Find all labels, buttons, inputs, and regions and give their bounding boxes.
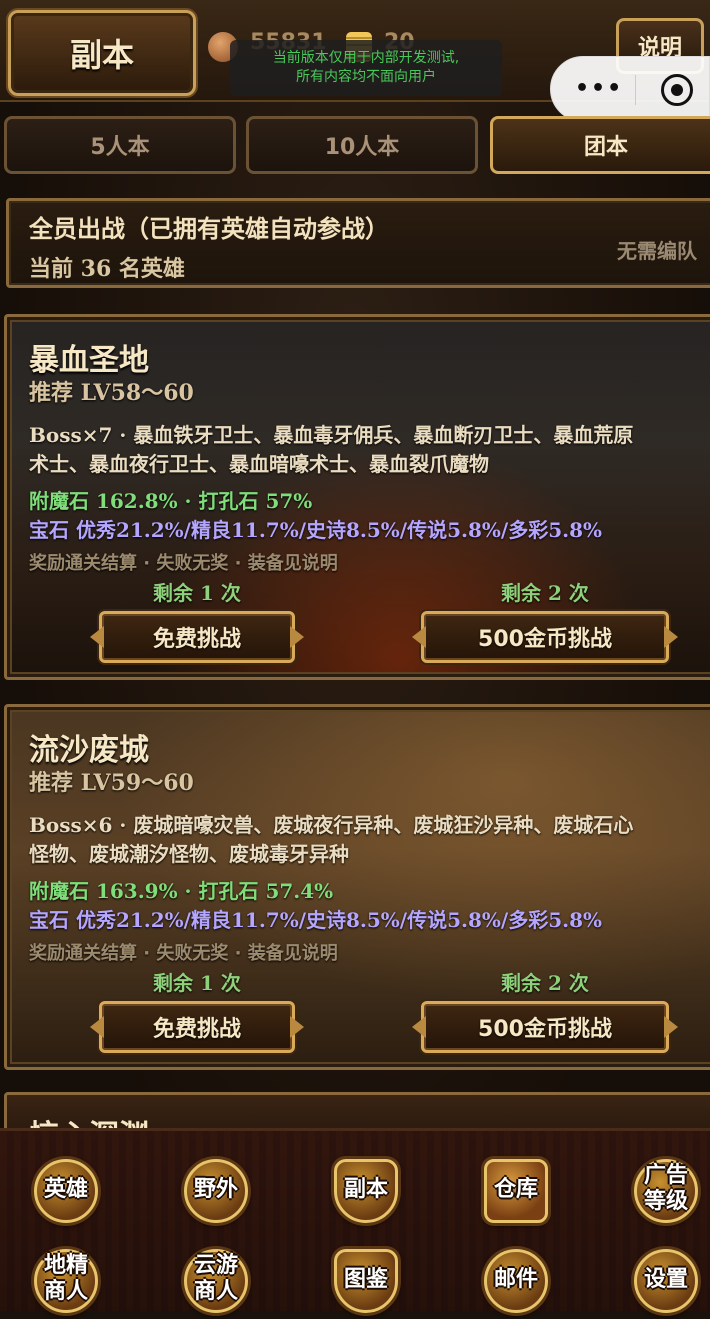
close-miniprogram-icon[interactable] xyxy=(661,74,693,106)
free-remaining: 剩余 1 次 xyxy=(153,581,241,605)
boss-list: Boss×7 · 暴血铁牙卫士、暴血毒牙佣兵、暴血断刃卫士、暴血荒原 术士、暴血… xyxy=(29,421,710,479)
nav-label-line: 广告 xyxy=(643,1163,688,1188)
paid-remaining: 剩余 2 次 xyxy=(501,971,589,995)
dungeon-name: 暴血圣地 xyxy=(29,343,149,378)
boss-list: Boss×6 · 废城暗嚎灾兽、废城夜行异种、废城狂沙异种、废城石心 怪物、废城… xyxy=(29,811,710,869)
boss-list-line: Boss×6 · 废城暗嚎灾兽、废城夜行异种、废城狂沙异种、废城石心 xyxy=(29,813,634,837)
reward-rule: 奖励通关结算 · 失败无奖 · 装备见说明 xyxy=(29,553,338,574)
reward-rule: 奖励通关结算 · 失败无奖 · 装备见说明 xyxy=(29,943,338,964)
capsule-divider xyxy=(635,75,636,105)
dev-notice-line2: 所有内容均不面向用户 xyxy=(296,69,436,85)
nav-warehouse[interactable]: 仓库 xyxy=(478,1153,554,1229)
nav-label-line: 等级 xyxy=(643,1189,688,1214)
no-team-needed-note: 无需编队 xyxy=(617,239,697,263)
boss-list-line: 怪物、废城潮汐怪物、废城毒牙异种 xyxy=(29,842,349,866)
gem-drop-rates: 宝石 优秀21.2%/精良11.7%/史诗8.5%/传说5.8%/多彩5.8% xyxy=(29,518,603,542)
nav-label-line: 地精 xyxy=(43,1253,88,1278)
recommended-level: 推荐 LV58～60 xyxy=(29,380,194,406)
roster-title: 全员出战（已拥有英雄自动参战） xyxy=(29,215,389,243)
nav-label: 副本 xyxy=(343,1177,388,1202)
dev-notice-toast: 当前版本仅用于内部开发测试, 所有内容均不面向用户 xyxy=(230,40,502,96)
gold-challenge-button[interactable]: 500金币挑战 xyxy=(421,611,669,663)
tab-5-player[interactable]: 5人本 xyxy=(4,116,236,174)
free-remaining: 剩余 1 次 xyxy=(153,971,241,995)
dungeon-card: 暴血圣地 推荐 LV58～60 Boss×7 · 暴血铁牙卫士、暴血毒牙佣兵、暴… xyxy=(4,314,710,680)
bottom-nav: 英雄 野外 副本 仓库 广告 等级 地精 商人 云游 商人 图鉴 邮件 设置 xyxy=(0,1128,710,1313)
recommended-level: 推荐 LV59～60 xyxy=(29,770,194,796)
hero-count: 当前 36 名英雄 xyxy=(29,256,185,282)
dungeon-name: 流沙废城 xyxy=(29,733,149,768)
nav-dungeons[interactable]: 副本 xyxy=(328,1153,404,1229)
roster-panel: 全员出战（已拥有英雄自动参战） 当前 36 名英雄 无需编队 xyxy=(6,198,710,288)
gem-drop-rates: 宝石 优秀21.2%/精良11.7%/史诗8.5%/传说5.8%/多彩5.8% xyxy=(29,908,603,932)
nav-label: 设置 xyxy=(643,1267,688,1292)
nav-wilds[interactable]: 野外 xyxy=(178,1153,254,1229)
nav-label-line: 商人 xyxy=(193,1279,238,1304)
gold-challenge-button[interactable]: 500金币挑战 xyxy=(421,1001,669,1053)
nav-label: 广告 等级 xyxy=(628,1163,704,1215)
tab-raid[interactable]: 团本 xyxy=(490,116,710,174)
nav-label: 邮件 xyxy=(493,1267,538,1292)
tab-10-player[interactable]: 10人本 xyxy=(246,116,478,174)
nav-label: 图鉴 xyxy=(343,1267,388,1292)
more-options-icon[interactable]: ••• xyxy=(575,78,623,100)
miniprogram-capsule: ••• xyxy=(550,56,710,122)
nav-label: 云游 商人 xyxy=(178,1253,254,1305)
nav-label-line: 商人 xyxy=(43,1279,88,1304)
dev-notice-line1: 当前版本仅用于内部开发测试, xyxy=(272,50,460,66)
nav-ad-level[interactable]: 广告 等级 xyxy=(628,1153,704,1229)
stone-drop-rates: 附魔石 163.9% · 打孔石 57.4% xyxy=(29,879,334,903)
stone-drop-rates: 附魔石 162.8% · 打孔石 57% xyxy=(29,489,313,513)
nav-label: 地精 商人 xyxy=(28,1253,104,1305)
nav-label: 野外 xyxy=(193,1177,238,1202)
boss-list-line: Boss×7 · 暴血铁牙卫士、暴血毒牙佣兵、暴血断刃卫士、暴血荒原 xyxy=(29,423,634,447)
boss-list-line: 术士、暴血夜行卫士、暴血暗嚎术士、暴血裂爪魔物 xyxy=(29,452,489,476)
nav-label-line: 云游 xyxy=(193,1253,238,1278)
nav-label: 英雄 xyxy=(43,1177,88,1202)
page-title-plate: 副本 xyxy=(8,10,196,96)
page-title: 副本 xyxy=(69,36,134,74)
paid-remaining: 剩余 2 次 xyxy=(501,581,589,605)
nav-label: 仓库 xyxy=(493,1177,538,1202)
free-challenge-button[interactable]: 免费挑战 xyxy=(99,611,295,663)
free-challenge-button[interactable]: 免费挑战 xyxy=(99,1001,295,1053)
dungeon-card: 流沙废城 推荐 LV59～60 Boss×6 · 废城暗嚎灾兽、废城夜行异种、废… xyxy=(4,704,710,1070)
nav-heroes[interactable]: 英雄 xyxy=(28,1153,104,1229)
